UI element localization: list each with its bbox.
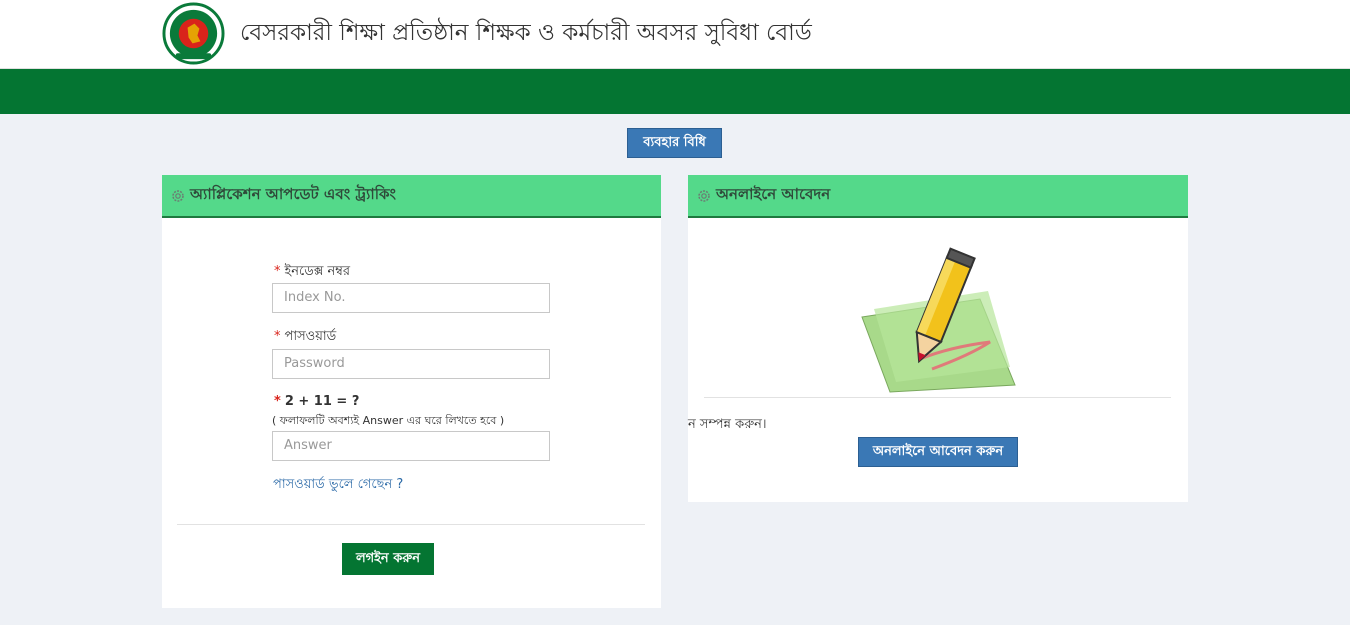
apply-instructions: ন সম্পন্ন করুন। bbox=[688, 417, 767, 432]
apply-online-button[interactable]: অনলাইনে আবেদন করুন bbox=[858, 437, 1018, 467]
pencil-paper-icon bbox=[861, 247, 1016, 393]
panel-title: অনলাইনে আবেদন bbox=[716, 185, 831, 203]
required-marker: * bbox=[274, 329, 281, 344]
password-label: * পাসওয়ার্ড bbox=[274, 329, 337, 344]
online-application-panel: অনলাইনে আবেদন ন সম্পন্ন করুন। অনলাইনে আব… bbox=[688, 175, 1188, 502]
panel-header: অনলাইনে আবেদন bbox=[688, 175, 1188, 218]
panel-title: অ্যাপ্লিকেশন আপডেট এবং ট্র্যাকিং bbox=[190, 185, 396, 203]
panel-header: অ্যাপ্লিকেশন আপডেট এবং ট্র্যাকিং bbox=[162, 175, 661, 218]
required-marker: * bbox=[274, 394, 281, 409]
index-label: * ইনডেক্স নম্বর bbox=[274, 264, 351, 279]
divider bbox=[177, 524, 645, 525]
required-marker: * bbox=[274, 264, 281, 279]
usage-rules-button[interactable]: ব্যবহার বিধি bbox=[627, 128, 722, 158]
password-input[interactable]: Password bbox=[272, 349, 550, 379]
nav-bar bbox=[0, 69, 1350, 114]
application-tracking-panel: অ্যাপ্লিকেশন আপডেট এবং ট্র্যাকিং * ইনডেক্… bbox=[162, 175, 661, 608]
gear-icon bbox=[698, 189, 710, 202]
gear-icon bbox=[172, 189, 184, 202]
captcha-note: ( ফলাফলটি অবশ্যই Answer এর ঘরে লিখতে হবে… bbox=[272, 414, 505, 427]
forgot-password-link[interactable]: পাসওয়ার্ড ভুলে গেছেন ? bbox=[273, 475, 403, 496]
site-title: বেসরকারী শিক্ষা প্রতিষ্ঠান শিক্ষক ও কর্ম… bbox=[240, 20, 812, 46]
answer-input[interactable]: Answer bbox=[272, 431, 550, 461]
login-button[interactable]: লগইন করুন bbox=[342, 543, 434, 575]
captcha-label: * 2 + 11 = ? bbox=[274, 394, 360, 409]
govt-seal-icon bbox=[162, 2, 225, 65]
index-input[interactable]: Index No. bbox=[272, 283, 550, 313]
site-header: বেসরকারী শিক্ষা প্রতিষ্ঠান শিক্ষক ও কর্ম… bbox=[0, 0, 1350, 69]
divider bbox=[704, 397, 1171, 398]
